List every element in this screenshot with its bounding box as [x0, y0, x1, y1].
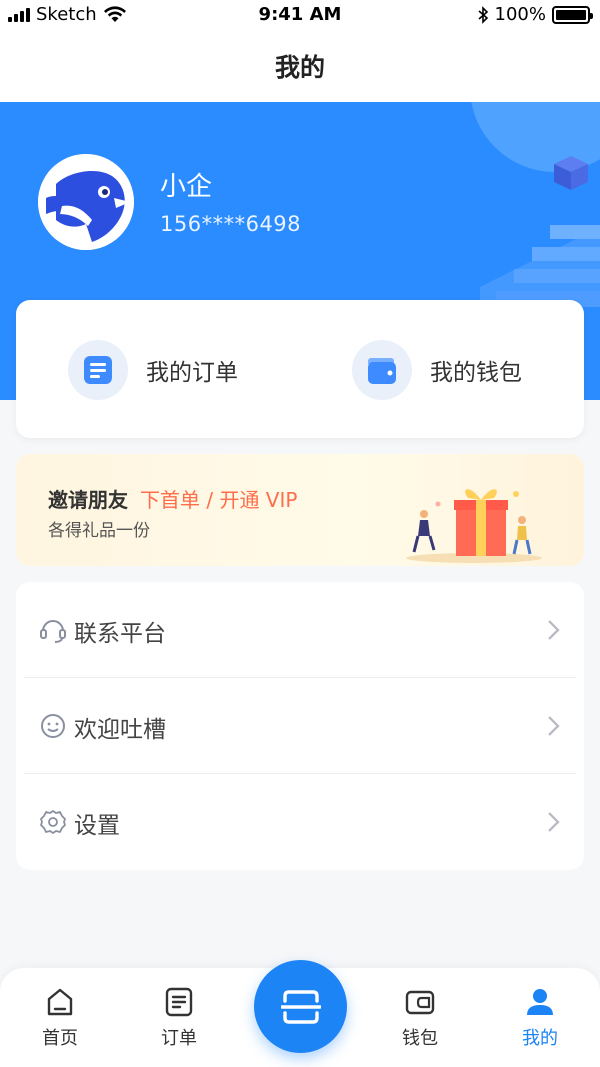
status-bar: Sketch 9:41 AM 100%	[0, 0, 600, 30]
tab-label-orders: 订单	[161, 1028, 197, 1049]
tab-label-wallet: 钱包	[402, 1028, 438, 1049]
orders-icon	[165, 987, 193, 1017]
my-orders-label: 我的订单	[146, 360, 238, 386]
settings-menu: 联系平台 欢迎吐槽 设置	[16, 582, 584, 870]
invite-banner[interactable]: 邀请朋友 下首单 / 开通 VIP 各得礼品一份	[16, 454, 584, 566]
tab-bar: 首页 订单 钱包 我的	[0, 960, 600, 1067]
tab-home[interactable]: 首页	[20, 986, 100, 1050]
my-orders-button[interactable]: 我的订单	[68, 340, 238, 400]
status-right: 100%	[477, 4, 593, 25]
tab-label-home: 首页	[42, 1028, 78, 1049]
tab-mine[interactable]: 我的	[500, 986, 580, 1050]
avatar[interactable]	[38, 154, 134, 250]
scan-icon	[280, 989, 321, 1024]
battery-icon	[552, 5, 593, 24]
user-icon	[527, 989, 553, 1015]
my-wallet-label: 我的钱包	[430, 360, 522, 386]
tab-orders[interactable]: 订单	[139, 986, 219, 1050]
wallet-icon-wrap	[352, 340, 412, 400]
tab-wallet[interactable]: 钱包	[380, 986, 460, 1050]
invite-title-line: 邀请朋友 下首单 / 开通 VIP	[48, 484, 297, 513]
menu-label-settings: 设置	[74, 813, 120, 839]
menu-item-feedback[interactable]: 欢迎吐槽	[16, 678, 584, 774]
menu-item-settings[interactable]: 设置	[16, 774, 584, 870]
invite-title: 邀请朋友	[48, 488, 128, 512]
tab-label-mine: 我的	[522, 1028, 558, 1049]
menu-label-contact: 联系平台	[74, 621, 166, 647]
invite-highlight: 下首单 / 开通 VIP	[140, 488, 298, 512]
battery-percent: 100%	[494, 4, 546, 25]
quick-actions-card: 我的订单 我的钱包	[16, 300, 584, 438]
orders-icon-wrap	[68, 340, 128, 400]
wallet-icon	[405, 990, 435, 1015]
chevron-right-icon	[548, 716, 560, 736]
menu-label-feedback: 欢迎吐槽	[74, 717, 166, 743]
decor-stairs-icon	[480, 225, 600, 307]
wallet-icon	[368, 358, 396, 384]
penguin-logo-icon	[38, 154, 134, 250]
user-name: 小企	[160, 172, 213, 202]
chevron-right-icon	[548, 620, 560, 640]
gear-icon	[40, 810, 66, 834]
home-icon	[47, 988, 73, 1016]
scan-button[interactable]	[254, 960, 347, 1053]
menu-item-contact[interactable]: 联系平台	[16, 582, 584, 678]
chevron-right-icon	[548, 812, 560, 832]
user-phone: 156****6498	[160, 212, 302, 236]
bluetooth-icon	[478, 5, 488, 24]
nav-bar: 我的	[0, 30, 600, 102]
smile-icon	[41, 714, 65, 738]
gift-illustration-icon	[406, 489, 542, 563]
page-title: 我的	[274, 53, 325, 82]
decor-cube-icon	[554, 156, 588, 190]
headset-icon	[40, 620, 66, 643]
my-wallet-button[interactable]: 我的钱包	[352, 340, 522, 400]
invite-subtitle: 各得礼品一份	[48, 521, 150, 541]
document-icon	[84, 356, 112, 384]
